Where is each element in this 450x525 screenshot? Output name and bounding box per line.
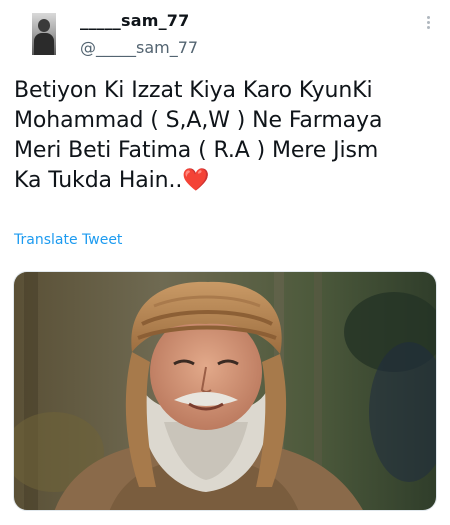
tweet-line: Betiyon Ki Izzat Kiya Karo KyunKi [14, 78, 373, 103]
portrait-illustration [14, 272, 436, 510]
tweet-line: Meri Beti Fatima ( R.A ) Mere Jism [14, 138, 379, 163]
tweet-line: Ka Tukda Hain.. [14, 168, 183, 193]
heart-emoji: ❤️ [182, 168, 210, 193]
tweet-text: Betiyon Ki Izzat Kiya Karo KyunKi Mohamm… [14, 76, 444, 196]
tweet-line: Mohammad ( S,A,W ) Ne Farmaya [14, 108, 383, 133]
avatar-head [38, 19, 50, 32]
more-vertical-icon[interactable] [423, 14, 433, 32]
tweet-line-last: Ka Tukda Hain..❤️ [14, 166, 444, 196]
translate-tweet-link[interactable]: Translate Tweet [14, 232, 122, 248]
avatar[interactable] [32, 13, 56, 55]
display-name[interactable]: _____sam_77 [80, 11, 189, 30]
tweet-media-image[interactable] [13, 271, 437, 511]
user-handle[interactable]: @_____sam_77 [80, 38, 198, 57]
tweet-card: _____sam_77 @_____sam_77 Betiyon Ki Izza… [0, 0, 450, 525]
avatar-body [34, 33, 54, 55]
